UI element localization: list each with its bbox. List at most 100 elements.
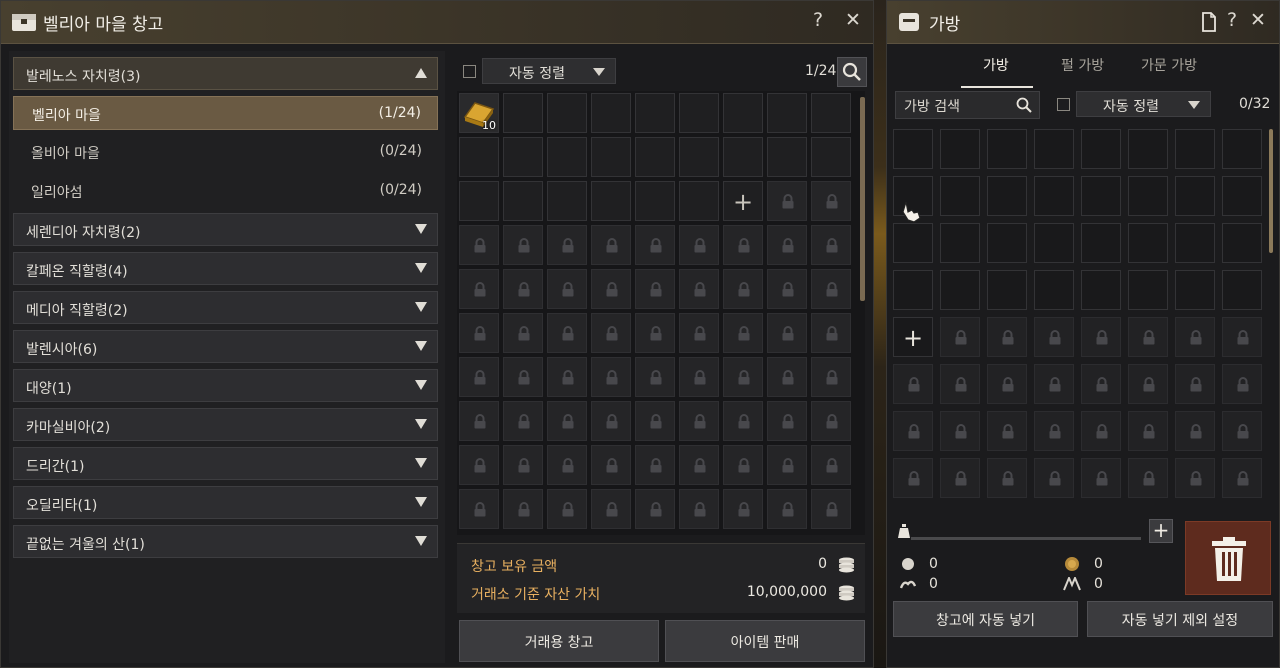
region-row-ocean[interactable]: 대양(1) [13, 369, 438, 402]
town-row-iliya[interactable]: 일리야섬 (0/24) [13, 174, 438, 208]
town-row-velia[interactable]: 벨리아 마을 (1/24) [13, 96, 438, 130]
empty-slot[interactable] [547, 181, 587, 221]
region-row-serendia[interactable]: 세렌디아 자치령(2) [13, 213, 438, 246]
empty-slot[interactable] [1128, 223, 1168, 263]
tab-bag[interactable]: 가방 [983, 55, 1009, 75]
empty-slot[interactable] [811, 93, 851, 133]
empty-slot[interactable] [635, 93, 675, 133]
empty-slot[interactable] [1081, 223, 1121, 263]
empty-slot[interactable] [723, 137, 763, 177]
empty-slot[interactable] [987, 129, 1027, 169]
help-button[interactable]: ? [807, 9, 829, 31]
empty-slot[interactable] [679, 93, 719, 133]
empty-slot[interactable] [987, 176, 1027, 216]
empty-slot[interactable] [591, 137, 631, 177]
empty-slot[interactable] [940, 176, 980, 216]
empty-slot[interactable] [1034, 270, 1074, 310]
empty-slot[interactable] [893, 270, 933, 310]
empty-slot[interactable] [591, 93, 631, 133]
empty-slot[interactable] [1175, 129, 1215, 169]
locked-slot [1222, 364, 1262, 404]
empty-slot[interactable] [1034, 223, 1074, 263]
help-button[interactable]: ? [1221, 9, 1243, 31]
empty-slot[interactable] [1081, 176, 1121, 216]
auto-store-button[interactable]: 창고에 자동 넣기 [893, 601, 1078, 637]
delete-item-button[interactable] [1185, 521, 1271, 595]
empty-slot[interactable] [635, 137, 675, 177]
empty-slot[interactable] [503, 137, 543, 177]
close-button[interactable]: ✕ [842, 9, 864, 31]
tab-pearl-bag[interactable]: 펄 가방 [1061, 55, 1104, 75]
empty-slot[interactable] [987, 270, 1027, 310]
empty-slot[interactable] [1222, 270, 1262, 310]
empty-slot[interactable] [1222, 176, 1262, 216]
auto-sort-checkbox[interactable] [1057, 98, 1070, 111]
empty-slot[interactable] [1034, 129, 1074, 169]
region-row-mountain-of-winter[interactable]: 끝없는 겨울의 산(1) [13, 525, 438, 558]
bag-scrollbar[interactable] [1269, 129, 1273, 253]
empty-slot[interactable] [591, 181, 631, 221]
empty-slot[interactable] [893, 129, 933, 169]
search-button[interactable] [837, 57, 867, 87]
document-icon[interactable] [1201, 12, 1217, 32]
empty-slot[interactable] [723, 93, 763, 133]
region-row-calpheon[interactable]: 칼페온 직할령(4) [13, 252, 438, 285]
region-row-drieghan[interactable]: 드리간(1) [13, 447, 438, 480]
empty-slot[interactable] [1128, 270, 1168, 310]
empty-slot[interactable] [503, 93, 543, 133]
item-slot-gold-bar[interactable]: 10 [459, 93, 499, 133]
empty-slot[interactable] [1128, 176, 1168, 216]
empty-slot[interactable] [1081, 270, 1121, 310]
empty-slot[interactable] [940, 270, 980, 310]
auto-store-exclude-button[interactable]: 자동 넣기 제외 설정 [1087, 601, 1273, 637]
expand-weight-button[interactable]: + [1149, 519, 1173, 543]
trade-warehouse-button[interactable]: 거래용 창고 [459, 620, 659, 662]
empty-slot[interactable] [547, 93, 587, 133]
empty-slot[interactable] [1081, 129, 1121, 169]
expand-slot-button[interactable]: + [723, 181, 763, 221]
empty-slot[interactable] [811, 137, 851, 177]
empty-slot[interactable] [987, 223, 1027, 263]
empty-slot[interactable] [679, 181, 719, 221]
tab-family-bag[interactable]: 가문 가방 [1141, 55, 1197, 75]
sell-item-button[interactable]: 아이템 판매 [665, 620, 865, 662]
warehouse-slot-grid: 10 + [457, 91, 865, 535]
empty-slot[interactable] [1222, 223, 1262, 263]
empty-slot[interactable] [1175, 176, 1215, 216]
empty-slot[interactable] [893, 223, 933, 263]
expand-slot-button[interactable]: + [893, 317, 933, 357]
locked-slot [591, 313, 631, 353]
bag-titlebar[interactable]: 가방 ? ✕ [887, 1, 1279, 44]
empty-slot[interactable] [1175, 223, 1215, 263]
warehouse-scrollbar[interactable] [860, 97, 865, 301]
warehouse-titlebar[interactable]: 벨리아 마을 창고 ? ✕ [1, 1, 873, 44]
empty-slot[interactable] [679, 137, 719, 177]
empty-slot[interactable] [1128, 129, 1168, 169]
auto-sort-checkbox[interactable] [463, 65, 476, 78]
sort-label: 자동 정렬 [1103, 99, 1159, 115]
empty-slot[interactable] [767, 93, 807, 133]
empty-slot[interactable] [940, 223, 980, 263]
empty-slot[interactable] [1175, 270, 1215, 310]
sort-dropdown[interactable]: 자동 정렬 [1076, 91, 1211, 117]
region-row-kamasylvia[interactable]: 카마실비아(2) [13, 408, 438, 441]
empty-slot[interactable] [1222, 129, 1262, 169]
region-row-balenos[interactable]: 발레노스 자치령(3) [13, 57, 438, 90]
empty-slot[interactable] [767, 137, 807, 177]
town-row-olvia[interactable]: 올비아 마을 (0/24) [13, 135, 438, 169]
empty-slot[interactable] [940, 129, 980, 169]
bag-search-input[interactable]: 가방 검색 [895, 91, 1040, 119]
empty-slot[interactable] [503, 181, 543, 221]
region-row-odyllita[interactable]: 오딜리타(1) [13, 486, 438, 519]
close-button[interactable]: ✕ [1247, 9, 1269, 31]
empty-slot[interactable] [459, 181, 499, 221]
empty-slot[interactable] [635, 181, 675, 221]
lock-icon [650, 414, 662, 429]
locked-slot [635, 225, 675, 265]
empty-slot[interactable] [459, 137, 499, 177]
region-row-mediah[interactable]: 메디아 직할령(2) [13, 291, 438, 324]
empty-slot[interactable] [547, 137, 587, 177]
empty-slot[interactable] [1034, 176, 1074, 216]
region-row-valencia[interactable]: 발렌시아(6) [13, 330, 438, 363]
sort-dropdown[interactable]: 자동 정렬 [482, 58, 616, 84]
